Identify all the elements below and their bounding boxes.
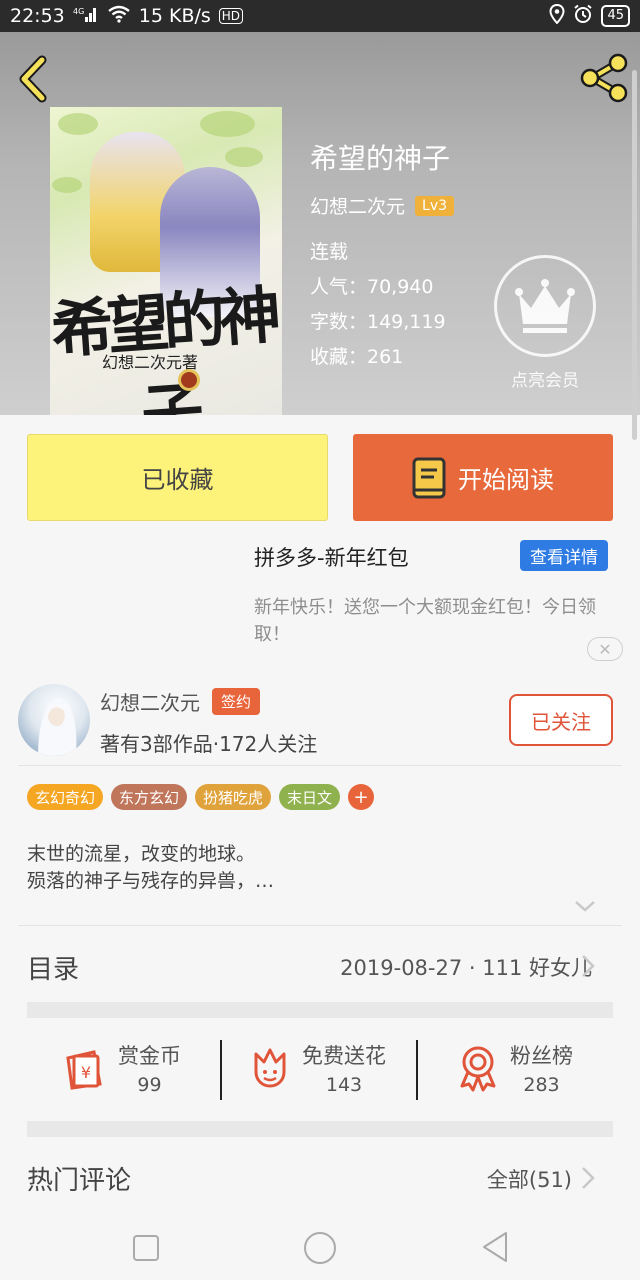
book-title: 希望的神子 <box>310 142 451 175</box>
scrollbar[interactable] <box>632 70 637 440</box>
status-bar: 22:53 4G 15 KB/s HD 45 <box>0 0 640 32</box>
send-flower-count: 143 <box>325 1074 363 1096</box>
expand-description-button[interactable] <box>574 898 596 914</box>
ad-details-button[interactable]: 查看详情 <box>520 540 608 571</box>
signal-icon: 4G <box>73 5 99 27</box>
add-tag-button[interactable]: + <box>348 784 375 810</box>
book-favorites: 收藏：261 <box>310 346 404 368</box>
fan-ranking-label: 粉丝榜 <box>510 1044 573 1068</box>
ad-close-button[interactable]: ✕ <box>587 637 623 661</box>
send-flower-button[interactable]: 免费送花 143 <box>248 1040 386 1096</box>
author-info: 著有3部作品·172人关注 <box>100 732 318 756</box>
share-icon <box>580 53 628 103</box>
cover-title-art: 希望的神子 <box>50 278 278 415</box>
book-status: 连载 <box>310 241 349 263</box>
book-word-count: 字数：149,119 <box>310 311 446 333</box>
section-band <box>27 1121 613 1137</box>
network-speed: 15 KB/s <box>138 5 211 27</box>
book-header: 希望的神子 幻想二次元著 希望的神子 幻想二次元 Lv3 连载 人气：70,94… <box>0 32 640 415</box>
status-time: 22:53 <box>10 5 65 27</box>
back-nav-button[interactable] <box>480 1230 510 1264</box>
wifi-icon <box>107 5 131 27</box>
divider <box>18 765 622 766</box>
hot-comments-label: 热门评论 <box>27 1166 132 1196</box>
ad-text[interactable]: 新年快乐！送您一个大额现金红包！今日领取！ <box>254 594 624 648</box>
stat-divider <box>416 1040 418 1100</box>
reward-coin-label: 赏金币 <box>118 1044 181 1068</box>
fan-ranking-count: 283 <box>523 1074 560 1096</box>
cover-bead <box>178 369 200 391</box>
share-button[interactable] <box>578 52 630 104</box>
toc-latest-chapter[interactable]: 2019-08-27 · 111 好女儿 <box>340 952 592 982</box>
book-author-row: 幻想二次元 Lv3 <box>310 192 455 219</box>
chevron-down-icon <box>575 901 595 912</box>
author-avatar[interactable] <box>18 684 90 756</box>
description-line: 殒落的神子与残存的异兽，… <box>27 870 275 892</box>
stat-divider <box>220 1040 222 1100</box>
toc-label[interactable]: 目录 <box>27 949 79 986</box>
fan-ranking-button[interactable]: 粉丝榜 283 <box>456 1040 573 1096</box>
book-author[interactable]: 幻想二次元 <box>310 192 405 219</box>
alarm-icon <box>573 4 593 28</box>
chevron-right-icon[interactable] <box>580 953 596 979</box>
start-reading-label: 开始阅读 <box>458 466 554 494</box>
back-button[interactable] <box>14 54 54 104</box>
author-level-badge: Lv3 <box>415 195 455 216</box>
author-name-row: 幻想二次元 签约 <box>100 687 261 716</box>
collect-button[interactable]: 已收藏 <box>27 434 328 521</box>
collect-label: 已收藏 <box>141 466 214 494</box>
ad-title[interactable]: 拼多多-新年红包 <box>254 542 409 572</box>
crown-icon <box>515 279 575 333</box>
section-band <box>27 1002 613 1018</box>
tag-item[interactable]: 玄幻奇幻 <box>27 784 104 810</box>
system-nav-bar <box>0 1214 640 1280</box>
follow-button[interactable]: 已关注 <box>509 694 613 746</box>
vip-label: 点亮会员 <box>511 371 579 391</box>
reward-coin-button[interactable]: ¥ 赏金币 99 <box>60 1040 181 1096</box>
send-flower-label: 免费送花 <box>302 1044 386 1068</box>
all-comments-link[interactable]: 全部(51) <box>487 1164 572 1194</box>
description-line: 末世的流星，改变的地球。 <box>27 843 256 865</box>
location-icon <box>549 3 565 28</box>
back-arrow-icon <box>19 55 47 103</box>
red-envelope-icon: ¥ <box>66 1050 102 1090</box>
svg-text:¥: ¥ <box>81 1063 91 1082</box>
book-popularity: 人气：70,940 <box>310 276 434 298</box>
tag-list: 玄幻奇幻 东方玄幻 扮猪吃虎 末日文 + <box>27 784 375 810</box>
book-cover[interactable]: 希望的神子 幻想二次元著 <box>50 107 282 415</box>
author-name[interactable]: 幻想二次元 <box>100 687 200 716</box>
tag-item[interactable]: 扮猪吃虎 <box>195 784 272 810</box>
tag-item[interactable]: 东方玄幻 <box>111 784 188 810</box>
tag-item[interactable]: 末日文 <box>279 784 341 810</box>
flower-icon <box>254 1048 286 1088</box>
book-icon <box>412 457 446 498</box>
battery-indicator: 45 <box>601 5 630 27</box>
signed-badge: 签约 <box>212 688 261 715</box>
book-description[interactable]: 末世的流星，改变的地球。 殒落的神子与残存的异兽，… <box>27 841 274 895</box>
vip-button[interactable] <box>494 255 596 357</box>
hd-icon: HD <box>218 8 244 24</box>
home-button[interactable] <box>302 1230 338 1266</box>
svg-text:4G: 4G <box>73 7 84 16</box>
avatar-image <box>38 698 77 756</box>
start-reading-button[interactable]: 开始阅读 <box>353 434 613 521</box>
medal-icon <box>460 1046 496 1092</box>
divider <box>18 925 622 926</box>
reward-coin-count: 99 <box>137 1074 162 1096</box>
recent-apps-button[interactable] <box>132 1234 160 1262</box>
chevron-right-icon[interactable] <box>580 1165 596 1191</box>
